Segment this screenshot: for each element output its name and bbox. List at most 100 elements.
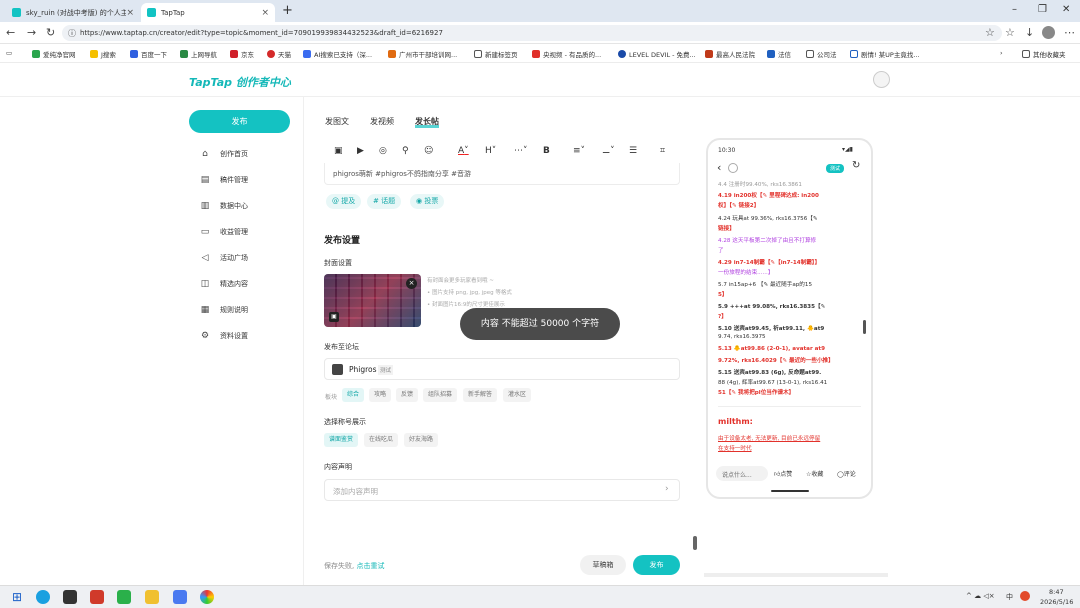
bookmark-folder[interactable]: 公司法 [806,49,837,59]
title-chip-3[interactable]: 好友海路 [404,433,439,447]
close-window-icon[interactable]: ✕ [1062,4,1070,15]
bookmark-item[interactable]: 法信 [767,49,791,59]
bookmark-item[interactable]: LEVEL DEVIL - 免费... [618,49,696,59]
site-info-icon[interactable]: ⓘ [68,28,76,39]
comment-button[interactable]: ◯评论 [837,469,856,478]
retry-link[interactable]: 点击重试 [356,562,384,570]
download-icon[interactable]: ↓ [1025,26,1034,39]
close-tab-icon[interactable]: × [261,8,269,18]
game-icon[interactable]: ◎ [379,146,387,156]
ime-indicator[interactable]: 中 [1006,592,1013,602]
tab-image-post[interactable]: 发图文 [325,116,349,127]
list-icon[interactable]: ☰ [629,146,637,156]
other-bookmarks-folder[interactable]: 其他收藏夹 [1022,49,1066,59]
windows-start-icon[interactable]: ⊞ [12,590,22,604]
browser-tab-profile[interactable]: sky_ruin (对战中考版) 的个人主页 × [6,3,140,22]
editor-scrollbar-thumb[interactable] [693,536,697,550]
declaration-selector[interactable]: 添加内容声明 › [324,479,680,501]
nav-item-featured[interactable]: ◫ 精选内容 [200,279,248,289]
title-chip-1[interactable]: 谱面鉴赏 [324,433,359,447]
taptap-logo[interactable]: TapTap 创作者中心 [189,74,291,90]
board-chip-guide[interactable]: 攻略 [369,388,392,402]
board-chip-water[interactable]: 灌水区 [503,388,532,402]
mention-button[interactable]: @ 提及 [326,194,362,209]
tab-video-post[interactable]: 发视频 [370,116,394,127]
nav-item-events[interactable]: ◁ 活动广场 [200,253,248,263]
publish-button[interactable]: 发布 [633,555,680,575]
minimize-icon[interactable]: – [1012,4,1017,15]
content-editor[interactable]: phigros萌新 #phigros不鸽指南分享 #音游 [324,163,680,185]
bold-button[interactable]: B [543,146,550,156]
bookmark-manager-icon[interactable]: ▭ [6,49,12,57]
bookmark-item[interactable]: 天猫 [267,49,291,59]
bookmark-item[interactable]: 新建标签页 [474,49,518,59]
drafts-button[interactable]: 草稿箱 [580,555,626,575]
nav-item-home[interactable]: ⌂ 创作首页 [200,149,248,159]
video-icon[interactable]: ▶ [357,146,364,156]
more-menu-icon[interactable]: ⋯ [1064,26,1075,39]
favorite-button[interactable]: ☆收藏 [806,469,823,478]
edge-browser-icon[interactable] [36,590,50,604]
bookmark-item[interactable]: 最高人民法院 [705,49,755,59]
forum-selector[interactable]: Phigros 测试 [324,358,680,380]
back-icon[interactable]: ← [6,26,15,39]
favorites-icon[interactable]: ☆ [1005,26,1015,39]
refresh-icon[interactable]: ↻ [852,160,860,171]
board-chip-newbie[interactable]: 新手解答 [463,388,498,402]
back-chevron-icon[interactable]: ‹ [717,161,721,174]
text-color-button[interactable]: A˅ [458,146,469,156]
nav-item-manuscripts[interactable]: ▤ 稿件管理 [200,175,248,185]
poll-button[interactable]: ◉ 投票 [410,194,445,209]
file-explorer-icon[interactable] [145,590,159,604]
bookmarks-overflow-icon[interactable]: › [1000,49,1003,57]
link-icon[interactable]: ⚲ [402,146,409,156]
topic-button[interactable]: # 话题 [367,194,402,209]
nav-item-earnings[interactable]: ▭ 收益管理 [200,227,248,237]
image-icon[interactable]: ▣ [334,146,343,156]
remove-cover-icon[interactable]: × [406,278,417,289]
browser-tab-taptap[interactable]: TapTap × [141,3,275,22]
tray-app-icon[interactable] [1020,591,1030,601]
nav-item-data[interactable]: ▥ 数据中心 [200,201,248,211]
nav-item-profile-settings[interactable]: ⚙ 资料设置 [200,331,248,341]
close-tab-icon[interactable]: × [126,8,134,18]
save-format-icon[interactable]: ⌗ [660,146,665,156]
board-chip-team[interactable]: 组队招募 [423,388,458,402]
profile-avatar[interactable] [1042,26,1055,39]
bookmark-item[interactable]: 京东 [230,49,254,59]
restore-icon[interactable]: ❐ [1038,4,1047,15]
preview-scrollbar[interactable] [704,573,888,577]
emoji-icon[interactable]: ☺ [424,146,433,156]
crop-icon[interactable]: ▣ [329,312,339,322]
more-options-icon[interactable]: ⋯˅ [514,146,528,156]
bookmark-item[interactable]: 剧情! 某UP主竟找... [850,49,920,59]
tab-long-post[interactable]: 发长帖 [415,116,439,128]
align-icon[interactable]: ≡˅ [573,146,585,156]
url-input[interactable]: ⓘ https://www.taptap.cn/creator/edit?typ… [62,25,1002,41]
bookmark-item[interactable]: 央视频 - 有品质的... [532,49,601,59]
preview-scroll-thumb[interactable] [863,320,866,334]
user-avatar[interactable] [873,71,890,88]
chrome-icon[interactable] [200,590,214,604]
nav-item-rules[interactable]: ▦ 规则说明 [200,305,248,315]
wps-icon[interactable] [90,590,104,604]
board-chip-feedback[interactable]: 反馈 [396,388,419,402]
favorite-star-icon[interactable]: ☆ [985,26,995,39]
title-chip-2[interactable]: 在线吃瓜 [364,433,399,447]
new-tab-button[interactable]: + [282,3,293,18]
bookmark-item[interactable]: 上网导航 [180,49,217,59]
terminal-icon[interactable] [63,590,77,604]
forward-icon[interactable]: → [27,26,36,39]
divider-icon[interactable]: ⚊˅ [602,146,615,156]
wechat-icon[interactable] [117,590,131,604]
like-button[interactable]: 👍︎点赞 [774,469,792,478]
comment-input[interactable]: 说点什么... [716,466,768,481]
bookmark-item[interactable]: 爱纯净官网 [32,49,76,59]
bookmark-item[interactable]: J搜索 [90,49,116,59]
cover-image[interactable]: × ▣ [324,274,421,327]
bookmark-item[interactable]: 百度一下 [130,49,167,59]
heading-button[interactable]: H˅ [485,146,496,156]
bookmark-item[interactable]: 广州市干部培训网... [388,49,457,59]
board-chip-general[interactable]: 综合 [342,388,365,402]
bookmark-item[interactable]: AI搜索已支持（深... [303,49,372,59]
